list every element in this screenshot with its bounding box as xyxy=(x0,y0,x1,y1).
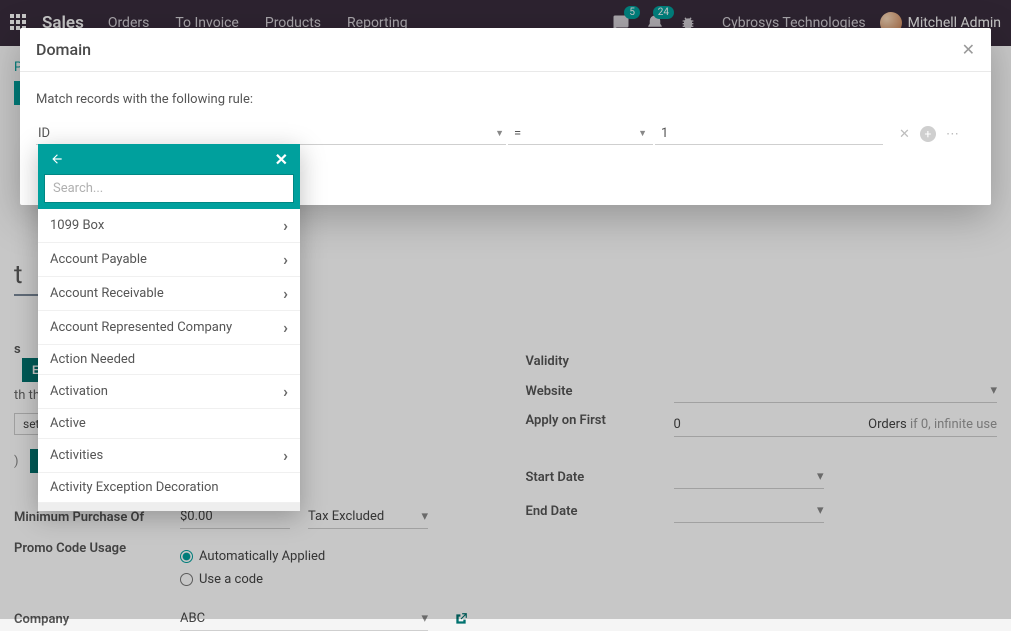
field-option-label: Active xyxy=(50,416,86,431)
field-option-label: Account Payable xyxy=(50,252,147,267)
popover-header: ✕ xyxy=(38,144,300,174)
rule-row: ID ▼ = ▼ 1 ✕ + ⋯ xyxy=(36,123,975,145)
rule-operator-select[interactable]: = ▼ xyxy=(508,123,653,145)
field-option-label: Activity State xyxy=(50,510,126,511)
close-icon[interactable]: ✕ xyxy=(962,40,975,59)
more-icon[interactable]: ⋯ xyxy=(946,127,959,142)
rule-value-input[interactable]: 1 xyxy=(655,123,883,145)
rule-instruction: Match records with the following rule: xyxy=(36,92,975,107)
chevron-right-icon: › xyxy=(283,250,288,269)
field-option-label: Activity Exception Decoration xyxy=(50,480,219,495)
field-option[interactable]: Account Represented Company › xyxy=(38,311,300,345)
modal-title: Domain xyxy=(36,40,91,59)
search-input[interactable] xyxy=(44,174,294,203)
field-selector-popover: ✕ 1099 Box›Account Payable›Account Recei… xyxy=(38,144,300,511)
field-option-label: Action Needed xyxy=(50,352,135,367)
field-option[interactable]: 1099 Box › xyxy=(38,209,300,243)
chevron-right-icon: › xyxy=(283,318,288,337)
field-option[interactable]: Account Payable › xyxy=(38,243,300,277)
delete-rule-icon[interactable]: ✕ xyxy=(899,127,910,142)
field-option[interactable]: Activity State xyxy=(38,503,300,511)
chevron-down-icon: ▼ xyxy=(495,128,504,139)
field-option-label: 1099 Box xyxy=(50,218,104,233)
field-option-label: Account Represented Company xyxy=(50,320,232,335)
chevron-right-icon: › xyxy=(283,284,288,303)
field-option[interactable]: Activities › xyxy=(38,439,300,473)
popover-close-icon[interactable]: ✕ xyxy=(275,150,288,169)
chevron-right-icon: › xyxy=(283,446,288,465)
add-rule-icon[interactable]: + xyxy=(920,126,936,142)
modal-header: Domain ✕ xyxy=(20,28,991,72)
field-option-label: Activation xyxy=(50,384,108,399)
rule-field-select[interactable]: ID ▼ xyxy=(36,123,506,145)
chevron-right-icon: › xyxy=(283,382,288,401)
field-option[interactable]: Action Needed xyxy=(38,345,300,375)
field-option[interactable]: Account Receivable › xyxy=(38,277,300,311)
field-option[interactable]: Activity Exception Decoration xyxy=(38,473,300,503)
field-option[interactable]: Active xyxy=(38,409,300,439)
field-option[interactable]: Activation › xyxy=(38,375,300,409)
field-list[interactable]: 1099 Box›Account Payable›Account Receiva… xyxy=(38,209,300,511)
chevron-down-icon: ▼ xyxy=(638,128,647,139)
back-icon[interactable] xyxy=(50,152,64,166)
field-option-label: Activities xyxy=(50,448,103,463)
field-option-label: Account Receivable xyxy=(50,286,164,301)
chevron-right-icon: › xyxy=(283,216,288,235)
